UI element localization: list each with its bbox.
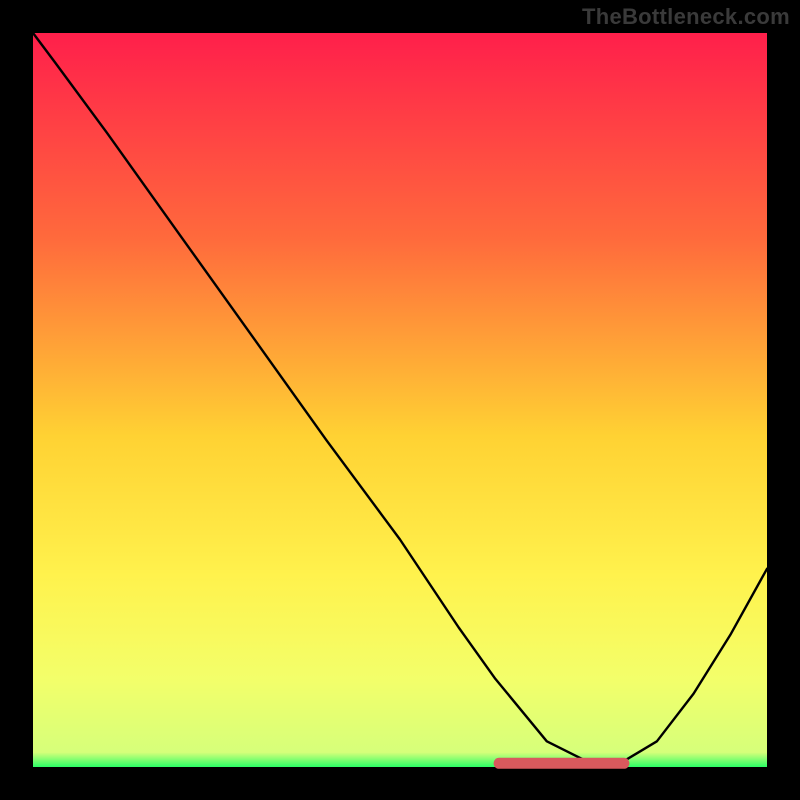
watermark-text: TheBottleneck.com (582, 4, 790, 30)
bottleneck-chart (0, 0, 800, 800)
plot-area (33, 33, 767, 767)
chart-container: TheBottleneck.com (0, 0, 800, 800)
